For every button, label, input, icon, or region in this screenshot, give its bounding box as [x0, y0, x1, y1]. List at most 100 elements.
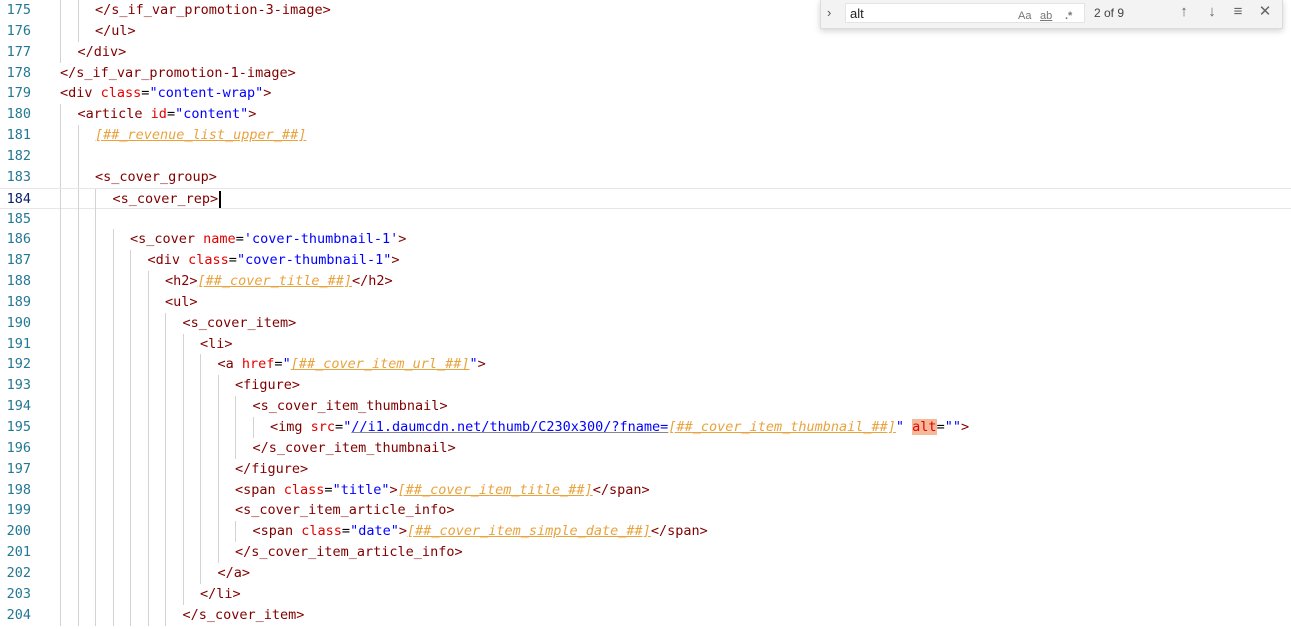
indent-guide — [235, 521, 236, 543]
indent-guide — [95, 312, 96, 334]
code-editor[interactable]: 175 </s_if_var_promotion-3-image> 176 </ul>… — [0, 0, 1291, 629]
code-line[interactable]: 182 — [0, 145, 1291, 167]
code-line[interactable]: 197 </figure> — [0, 458, 1291, 480]
indent-guide — [165, 542, 166, 564]
close-icon[interactable]: ✕ — [1255, 2, 1275, 22]
code-line[interactable]: 203 </li> — [0, 583, 1291, 605]
indent-guide — [60, 562, 61, 584]
indent-guide — [60, 437, 61, 459]
indent-guide — [60, 500, 61, 522]
indent-guide — [147, 437, 149, 459]
code-text: </figure> — [235, 460, 309, 477]
code-line[interactable]: 178 </s_if_var_promotion-1-image> — [0, 63, 1291, 84]
code-line[interactable]: 179 <div class="content-wrap"> — [0, 83, 1291, 104]
indent-guide — [77, 145, 79, 167]
code-line[interactable]: 199 <s_cover_item_article_info> — [0, 500, 1291, 522]
code-line[interactable]: 195 <img src="//i1.daumcdn.net/thumb/C230… — [0, 417, 1291, 438]
indent-guide — [112, 562, 114, 584]
code-text: </ul> — [95, 22, 136, 39]
code-line[interactable]: 185 — [0, 208, 1291, 230]
code-line[interactable]: 186 <s_cover name='cover-thumbnail-1'> — [0, 229, 1291, 251]
arrow-down-icon[interactable]: ↓ — [1202, 2, 1222, 22]
indent-guide — [252, 417, 254, 438]
code-line[interactable]: 202 </a> — [0, 562, 1291, 584]
indent-guide — [165, 437, 166, 459]
line-number: 200 — [6, 523, 31, 540]
code-line[interactable]: 201 </s_cover_item_article_info> — [0, 542, 1291, 564]
indent-guide — [60, 250, 61, 272]
indent-guide — [95, 500, 96, 522]
indent-guide — [200, 417, 201, 438]
indent-guide — [95, 375, 96, 397]
find-input[interactable] — [850, 5, 1020, 21]
code-text: <li> — [200, 335, 233, 352]
line-number: 176 — [6, 22, 31, 39]
whole-word-toggle[interactable]: ab — [1040, 7, 1052, 25]
code-line[interactable]: 180 <article id="content"> — [0, 104, 1291, 126]
code-line[interactable]: 177 </div> — [0, 41, 1291, 63]
indent-guide — [77, 604, 79, 626]
line-number: 192 — [6, 356, 31, 373]
indent-guide — [60, 291, 61, 313]
indent-guide — [60, 521, 61, 543]
indent-guide — [147, 291, 149, 313]
indent-guide — [165, 479, 166, 501]
indent-guide — [112, 333, 114, 355]
indent-guide — [182, 354, 184, 376]
code-line[interactable]: 189 <ul> — [0, 291, 1291, 313]
indent-guide — [165, 333, 166, 355]
arrow-up-icon[interactable]: ↑ — [1174, 2, 1194, 22]
indent-guide — [165, 583, 166, 605]
indent-guide — [95, 333, 96, 355]
code-line[interactable]: 196 </s_cover_item_thumbnail> — [0, 437, 1291, 459]
code-line[interactable]: 193 <figure> — [0, 375, 1291, 397]
code-line[interactable]: 188 <h2>[##_cover_title_##]</h2> — [0, 271, 1291, 293]
code-line[interactable]: 194 <s_cover_item_thumbnail> — [0, 396, 1291, 418]
indent-guide — [95, 188, 96, 210]
indent-guide — [235, 437, 236, 459]
indent-guide — [60, 417, 61, 438]
indent-guide — [60, 271, 61, 293]
code-line[interactable]: 200 <span class="date">[##_cover_item_sim… — [0, 521, 1291, 543]
code-text: <s_cover_item_thumbnail> — [252, 398, 448, 415]
code-line[interactable]: 204 </s_cover_item> — [0, 604, 1291, 626]
line-number: 177 — [6, 43, 31, 60]
code-line[interactable]: 192 <a href="[##_cover_item_url_##]"> — [0, 354, 1291, 376]
indent-guide — [60, 479, 61, 501]
indent-guide — [77, 125, 79, 147]
indent-guide — [60, 41, 61, 63]
indent-guide — [147, 542, 149, 564]
indent-guide — [217, 437, 219, 459]
code-line[interactable]: 198 <span class="title">[##_cover_item_ti… — [0, 479, 1291, 501]
find-in-selection-icon[interactable]: ≡ — [1228, 2, 1248, 22]
indent-guide — [217, 396, 219, 418]
regex-toggle[interactable]: .* — [1065, 7, 1072, 25]
match-case-toggle[interactable]: Aa — [1018, 7, 1031, 25]
code-text: <div class="content-wrap"> — [60, 85, 272, 102]
line-number: 183 — [6, 168, 31, 185]
indent-guide — [182, 583, 184, 605]
find-input-box[interactable]: Aa ab .* — [845, 3, 1085, 23]
find-widget: › Aa ab .* 2 of 9 ↑ ↓ ≡ ✕ — [820, 0, 1283, 29]
chevron-right-icon[interactable]: › — [827, 3, 841, 23]
indent-guide — [77, 396, 79, 418]
indent-guide — [130, 458, 131, 480]
code-text: </li> — [200, 585, 241, 602]
code-line[interactable]: 187 <div class="cover-thumbnail-1"> — [0, 250, 1291, 272]
indent-guide — [112, 500, 114, 522]
indent-guide — [165, 562, 166, 584]
indent-guide — [147, 271, 149, 293]
indent-guide — [77, 188, 79, 210]
indent-guide — [147, 583, 149, 605]
code-text: <div class="cover-thumbnail-1"> — [147, 252, 400, 269]
indent-guide — [60, 0, 61, 21]
code-line[interactable]: 183 <s_cover_group> — [0, 166, 1291, 188]
code-line[interactable]: 184 <s_cover_rep> — [0, 187, 1291, 210]
code-line[interactable]: 191 <li> — [0, 333, 1291, 355]
indent-guide — [200, 500, 201, 522]
indent-guide — [130, 312, 131, 334]
code-line[interactable]: 190 <s_cover_item> — [0, 312, 1291, 334]
indent-guide — [60, 583, 61, 605]
indent-guide — [112, 437, 114, 459]
code-line[interactable]: 181 [##_revenue_list_upper_##] — [0, 125, 1291, 147]
